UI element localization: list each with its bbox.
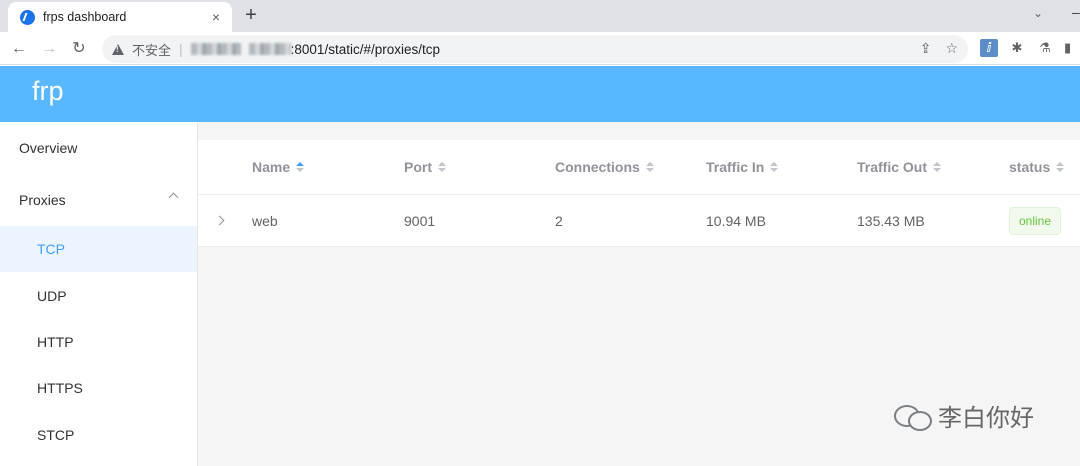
watermark-text: 李白你好 [938,404,1034,432]
address-separator: | [179,41,183,57]
reload-icon[interactable]: ↻ [68,38,90,60]
cell-connections: 2 [555,212,563,229]
sidebar-item-label: TCP [37,241,65,257]
cell-port: 9001 [404,212,436,229]
table-header: Name Port Connections Traffic In Traffic… [198,140,1080,195]
column-label: Traffic Out [857,159,928,175]
column-header-port[interactable]: Port [404,140,446,194]
chevron-up-icon [168,192,179,203]
brand-logo[interactable]: frp [32,76,64,107]
profile-icon[interactable]: ▮ [1064,39,1070,57]
sidebar-item-https[interactable]: HTTPS [0,365,197,411]
table-row[interactable]: web 9001 2 10.94 MB 135.43 MB online [198,195,1080,247]
bookmark-star-icon[interactable]: ☆ [945,40,958,57]
forward-arrow-icon[interactable]: → [38,38,60,60]
window-minimize-icon[interactable]: – [1072,4,1080,20]
column-header-traffic-in[interactable]: Traffic In [706,140,779,194]
status-badge: online [1009,206,1062,235]
sidebar-item-label: Overview [19,140,78,156]
column-label: Traffic In [706,159,765,175]
cell-traffic-in: 10.94 MB [706,212,766,229]
new-tab-button[interactable]: + [240,4,262,26]
sort-caret-icon[interactable] [933,162,942,172]
tab-title: frps dashboard [43,10,127,24]
watermark: 李白你好 [892,398,1034,433]
sidebar-item-label: STCP [37,427,75,443]
sidebar-submenu-proxies[interactable]: Proxies [0,177,197,223]
redacted-host-part-2 [248,43,291,55]
extensions-puzzle-icon[interactable]: ✱ [1008,39,1026,57]
sort-caret-icon[interactable] [296,162,305,172]
flask-extension-icon[interactable]: ⚗ [1036,39,1054,57]
browser-tabbar: frps dashboard × + ⌄ – [0,0,1080,32]
insecure-label: 不安全 [132,42,172,58]
sidebar-item-label: UDP [37,288,67,304]
column-header-status[interactable]: status [1009,140,1065,194]
cell-name: web [252,212,278,229]
extension-blue-icon[interactable]: ⅈ [980,39,998,57]
column-label: Name [252,159,291,175]
proxies-table: Name Port Connections Traffic In Traffic… [198,140,1080,247]
cell-status: online [1009,195,1062,246]
sidebar-item-http[interactable]: HTTP [0,319,197,365]
sort-caret-icon[interactable] [770,162,779,172]
back-arrow-icon[interactable]: ← [8,38,30,60]
sort-caret-icon[interactable] [438,162,446,172]
sidebar-menu: Overview Proxies TCP UDP HTTP HTTPS STCP [0,122,198,466]
sidebar-item-udp[interactable]: UDP [0,273,197,319]
sidebar-item-stcp[interactable]: STCP [0,412,197,458]
sort-caret-icon[interactable] [645,162,654,172]
redacted-host-part-1 [190,43,241,55]
share-icon[interactable]: ⇪ [920,40,932,57]
browser-toolbar: ← → ↻ 不安全 | :8001/static/#/proxies/tcp ⇪… [0,32,1080,65]
column-header-name[interactable]: Name [252,140,305,194]
sidebar-item-tcp[interactable]: TCP [0,226,197,272]
sidebar-item-overview[interactable]: Overview [0,125,197,171]
address-bar[interactable]: 不安全 | :8001/static/#/proxies/tcp ⇪ ☆ [102,35,968,63]
app-header: frp [0,66,1080,122]
frp-favicon-icon [20,9,35,25]
tab-search-chevron-icon[interactable]: ⌄ [1030,6,1046,22]
browser-tab[interactable]: frps dashboard × [8,2,232,32]
warning-triangle-icon [112,43,124,55]
sidebar-item-label: Proxies [19,192,66,208]
tab-close-icon[interactable]: × [208,9,224,25]
column-label: Connections [555,159,640,175]
wechat-icon [892,401,932,431]
sidebar-item-label: HTTP [37,334,74,350]
column-header-traffic-out[interactable]: Traffic Out [857,140,942,194]
sort-caret-icon[interactable] [1056,162,1065,172]
cell-traffic-out: 135.43 MB [857,212,925,229]
column-label: status [1009,159,1051,175]
column-header-connections[interactable]: Connections [555,140,654,194]
expand-row-chevron-icon[interactable] [214,215,225,226]
url-path: :8001/static/#/proxies/tcp [290,41,440,57]
column-label: Port [404,159,432,175]
sidebar-item-label: HTTPS [37,380,83,396]
